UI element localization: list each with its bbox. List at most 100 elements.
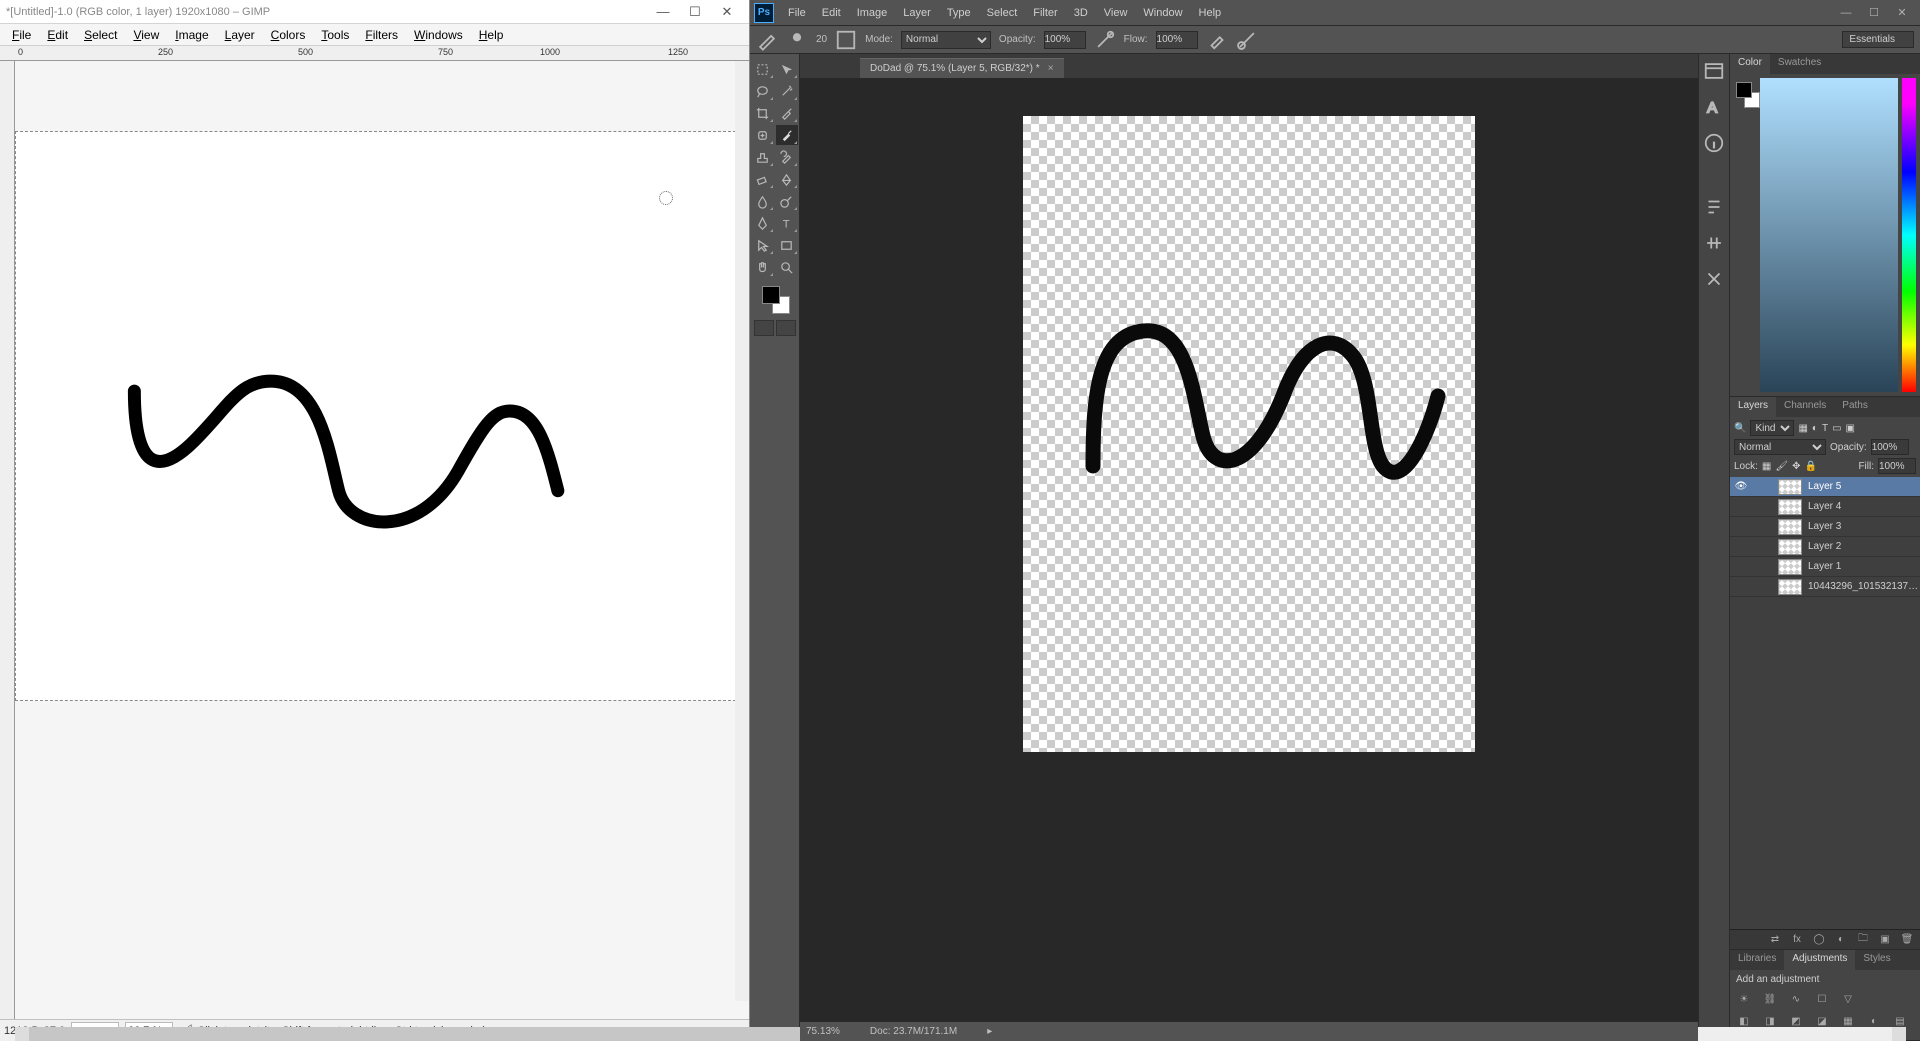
- lock-pos-icon[interactable]: ✥: [1792, 461, 1800, 472]
- actions-panel-icon[interactable]: [1703, 196, 1725, 218]
- status-arrow-icon[interactable]: ▸: [987, 1026, 992, 1037]
- menu-help[interactable]: Help: [1191, 3, 1230, 23]
- screenmode-icon[interactable]: [776, 320, 796, 336]
- shape-tool-icon[interactable]: [776, 235, 798, 255]
- visibility-eye-icon[interactable]: 👁: [1730, 481, 1752, 492]
- layer-row[interactable]: Layer 2: [1730, 537, 1920, 557]
- opacity-input[interactable]: [1044, 31, 1086, 49]
- layer-fill-input[interactable]: [1878, 458, 1916, 474]
- new-layer-icon[interactable]: ▣: [1878, 933, 1892, 947]
- properties-panel-icon[interactable]: [1703, 232, 1725, 254]
- menu-layer[interactable]: Layer: [895, 3, 939, 23]
- layer-row[interactable]: 10443296_101532137981 2…: [1730, 577, 1920, 597]
- menu-filters[interactable]: Filters: [357, 26, 406, 44]
- scroll-left-button[interactable]: [15, 1027, 29, 1041]
- menu-view[interactable]: View: [1096, 3, 1136, 23]
- menu-select[interactable]: Select: [979, 3, 1026, 23]
- marquee-tool-icon[interactable]: [776, 59, 798, 79]
- move-tool-icon[interactable]: [752, 59, 774, 79]
- menu-tools[interactable]: Tools: [313, 26, 357, 44]
- character-panel-icon[interactable]: A: [1703, 96, 1725, 118]
- menu-file[interactable]: File: [4, 26, 39, 44]
- layer-opacity-input[interactable]: [1871, 439, 1909, 455]
- brush-tool-icon[interactable]: [776, 125, 798, 145]
- new-group-icon[interactable]: 🗀: [1856, 933, 1870, 947]
- info-panel-icon[interactable]: [1703, 132, 1725, 154]
- pressure-size-icon[interactable]: [1236, 29, 1258, 51]
- layer-fx-icon[interactable]: fx: [1790, 933, 1804, 947]
- foreground-color-swatch[interactable]: [762, 286, 780, 304]
- gradient-tool-icon[interactable]: [776, 169, 798, 189]
- layer-row[interactable]: Layer 1: [1730, 557, 1920, 577]
- blend-mode-select[interactable]: Normal: [901, 31, 991, 49]
- menu-type[interactable]: Type: [939, 3, 979, 23]
- menu-colors[interactable]: Colors: [263, 26, 314, 44]
- filter-smart-icon[interactable]: ▣: [1846, 423, 1855, 434]
- close-button[interactable]: ✕: [1888, 4, 1916, 22]
- delete-layer-icon[interactable]: 🗑: [1900, 933, 1914, 947]
- lasso-tool-icon[interactable]: [752, 81, 774, 101]
- minimize-button[interactable]: —: [647, 2, 679, 22]
- adj-curves-icon[interactable]: ∿: [1788, 991, 1804, 1007]
- hue-slider[interactable]: [1902, 78, 1916, 392]
- type-tool-icon[interactable]: T: [776, 213, 798, 233]
- hand-tool-icon[interactable]: [752, 257, 774, 277]
- filter-shape-icon[interactable]: ▭: [1832, 423, 1841, 434]
- menu-edit[interactable]: Edit: [39, 26, 76, 44]
- link-layers-icon[interactable]: ⇄: [1768, 933, 1782, 947]
- filter-adjust-icon[interactable]: ◐: [1812, 423, 1818, 434]
- eraser-tool-icon[interactable]: [752, 169, 774, 189]
- menu-image[interactable]: Image: [849, 3, 896, 23]
- pressure-opacity-icon[interactable]: [1094, 29, 1116, 51]
- close-tab-icon[interactable]: ×: [1048, 63, 1054, 74]
- tab-swatches[interactable]: Swatches: [1770, 54, 1829, 74]
- adj-exposure-icon[interactable]: ☐: [1814, 991, 1830, 1007]
- menu-layer[interactable]: Layer: [217, 26, 263, 44]
- tab-color[interactable]: Color: [1730, 54, 1770, 74]
- history-brush-tool-icon[interactable]: [776, 147, 798, 167]
- minimize-button[interactable]: —: [1832, 4, 1860, 22]
- brush-preset-icon[interactable]: [786, 29, 808, 51]
- color-field-picker[interactable]: [1760, 78, 1898, 392]
- close-button[interactable]: ✕: [711, 2, 743, 22]
- lock-all-icon[interactable]: 🔒: [1804, 461, 1816, 472]
- gimp-canvas[interactable]: [15, 131, 741, 701]
- eyedropper-tool-icon[interactable]: [776, 103, 798, 123]
- tool-preset-icon[interactable]: [756, 29, 778, 51]
- menu-image[interactable]: Image: [167, 26, 216, 44]
- pen-tool-icon[interactable]: [752, 213, 774, 233]
- scrollbar-vertical[interactable]: [735, 61, 749, 1001]
- menu-help[interactable]: Help: [471, 26, 512, 44]
- menu-windows[interactable]: Windows: [406, 26, 471, 44]
- tab-styles[interactable]: Styles: [1855, 950, 1898, 970]
- heal-tool-icon[interactable]: [752, 125, 774, 145]
- document-tab[interactable]: DoDad @ 75.1% (Layer 5, RGB/32*) * ×: [860, 58, 1064, 78]
- adj-brightness-icon[interactable]: ☀: [1736, 991, 1752, 1007]
- dodge-tool-icon[interactable]: [776, 191, 798, 211]
- crop-tool-icon[interactable]: [752, 103, 774, 123]
- adj-levels-icon[interactable]: ⛓: [1762, 991, 1778, 1007]
- layer-mask-icon[interactable]: ◯: [1812, 933, 1826, 947]
- menu-window[interactable]: Window: [1135, 3, 1190, 23]
- filter-type-icon[interactable]: T: [1822, 423, 1828, 434]
- layer-row[interactable]: Layer 4: [1730, 497, 1920, 517]
- lock-paint-icon[interactable]: 🖌: [1775, 461, 1788, 472]
- layer-blend-select[interactable]: Normal: [1734, 439, 1826, 455]
- maximize-button[interactable]: ☐: [1860, 4, 1888, 22]
- fg-swatch[interactable]: [1736, 82, 1752, 98]
- layer-row[interactable]: Layer 3: [1730, 517, 1920, 537]
- menu-select[interactable]: Select: [76, 26, 125, 44]
- lock-trans-icon[interactable]: ▦: [1762, 461, 1771, 472]
- adj-vibrance-icon[interactable]: ▽: [1840, 991, 1856, 1007]
- color-swatch[interactable]: [760, 284, 790, 314]
- path-select-tool-icon[interactable]: [752, 235, 774, 255]
- layer-filter-select[interactable]: Kind: [1750, 420, 1794, 436]
- stamp-tool-icon[interactable]: [752, 147, 774, 167]
- menu-3d[interactable]: 3D: [1066, 3, 1096, 23]
- tab-channels[interactable]: Channels: [1776, 397, 1834, 417]
- airbrush-icon[interactable]: [1206, 29, 1228, 51]
- tab-paths[interactable]: Paths: [1834, 397, 1876, 417]
- new-fill-icon[interactable]: ◐: [1834, 933, 1848, 947]
- brushes-panel-icon[interactable]: [1703, 268, 1725, 290]
- zoom-tool-icon[interactable]: [776, 257, 798, 277]
